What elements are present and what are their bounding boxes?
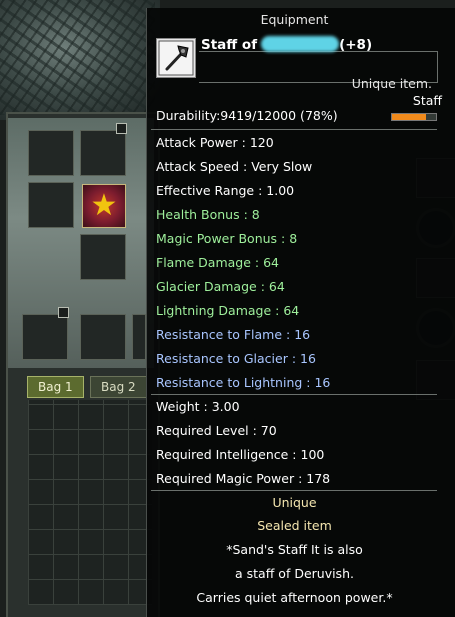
bag-grid[interactable] xyxy=(28,400,152,605)
item-name: Staff of (+8) xyxy=(201,36,372,53)
stat-resist-glacier: Resistance to Glacier : 16 xyxy=(156,351,316,366)
staff-icon xyxy=(156,38,196,78)
stat-attack-speed: Attack Speed : Very Slow xyxy=(156,159,313,174)
req-intelligence: Required Intelligence : 100 xyxy=(156,447,325,462)
equip-slot[interactable] xyxy=(80,314,126,360)
durability-bar-fill xyxy=(392,114,427,120)
stat-lightning-damage: Lightning Damage : 64 xyxy=(156,303,300,318)
stat-attack-power: Attack Power : 120 xyxy=(156,135,274,150)
equip-slot[interactable] xyxy=(28,130,74,176)
req-level: Required Level : 70 xyxy=(156,423,277,438)
tab-bag-1[interactable]: Bag 1 xyxy=(27,376,84,398)
equip-slot[interactable] xyxy=(80,234,126,280)
item-rarity: Unique item. xyxy=(351,76,432,91)
redacted-name xyxy=(261,36,340,52)
footer-unique: Unique xyxy=(272,495,317,510)
durability-text: Durability:9419/12000 (78%) xyxy=(156,108,338,123)
tree-branches xyxy=(0,0,155,115)
stat-health-bonus: Health Bonus : 8 xyxy=(156,207,260,222)
tab-bag-2[interactable]: Bag 2 xyxy=(90,376,147,398)
star-icon[interactable]: ★ xyxy=(82,184,126,228)
lore-line-1: *Sand's Staff It is also xyxy=(226,542,363,557)
stat-resist-flame: Resistance to Flame : 16 xyxy=(156,327,311,342)
stat-effective-range: Effective Range : 1.00 xyxy=(156,183,295,198)
item-name-prefix: Staff of xyxy=(201,37,258,53)
footer-sealed: Sealed item xyxy=(257,518,332,533)
tooltip-header: Equipment xyxy=(260,12,329,27)
stat-flame-damage: Flame Damage : 64 xyxy=(156,255,279,270)
item-name-suffix: (+8) xyxy=(339,37,373,53)
divider xyxy=(151,394,437,395)
equip-slot[interactable] xyxy=(22,307,69,360)
divider xyxy=(151,129,437,130)
item-type: Staff xyxy=(412,93,442,108)
lore-line-3: Carries quiet afternoon power.* xyxy=(196,590,393,605)
stat-glacier-damage: Glacier Damage : 64 xyxy=(156,279,285,294)
stat-resist-lightning: Resistance to Lightning : 16 xyxy=(156,375,331,390)
equip-slot[interactable] xyxy=(28,182,74,228)
req-magic-power: Required Magic Power : 178 xyxy=(156,471,331,486)
item-tooltip: Equipment Staff of (+8) Unique item. Staf… xyxy=(146,8,455,617)
equip-slot[interactable] xyxy=(132,314,146,360)
equip-slot[interactable] xyxy=(80,123,127,176)
stat-weight: Weight : 3.00 xyxy=(156,399,240,414)
divider xyxy=(151,490,437,491)
lore-line-2: a staff of Deruvish. xyxy=(235,566,354,581)
durability-bar xyxy=(391,113,437,121)
stat-magic-power-bonus: Magic Power Bonus : 8 xyxy=(156,231,298,246)
